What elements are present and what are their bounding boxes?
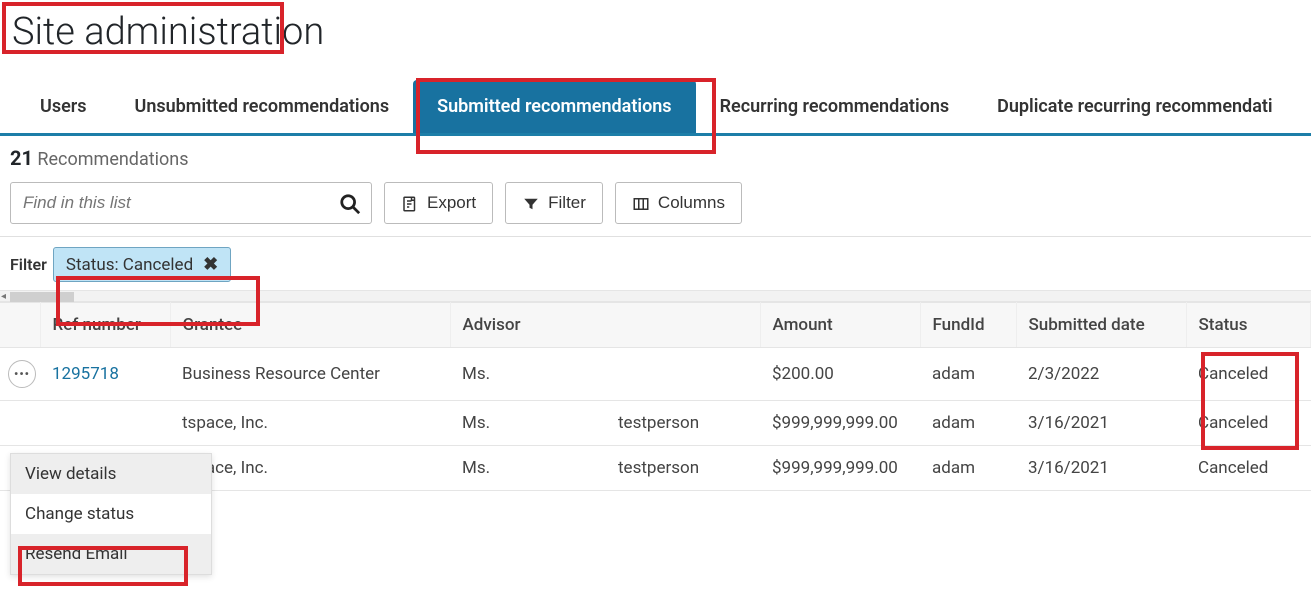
menu-item-change-status[interactable]: Change status <box>11 494 211 534</box>
row-actions-button[interactable]: ••• <box>8 360 36 388</box>
columns-icon <box>632 193 650 213</box>
export-icon <box>401 193 419 213</box>
search-icon[interactable] <box>339 191 361 216</box>
table-row: ••• 1295718 Business Resource Center Ms.… <box>0 348 1311 401</box>
page-title: Site administration <box>4 4 332 60</box>
tab-recurring-recommendations[interactable]: Recurring recommendations <box>696 80 974 133</box>
tab-submitted-recommendations[interactable]: Submitted recommendations <box>413 80 695 133</box>
columns-button[interactable]: Columns <box>615 182 742 224</box>
cell-advisor: Ms. testperson <box>450 401 760 446</box>
cell-grantee: tspace, Inc. <box>170 401 450 446</box>
ellipsis-icon: ••• <box>14 367 30 381</box>
filter-chip-label: Status: Canceled <box>66 255 193 275</box>
row-context-menu: View details Change status Resend Email <box>10 453 212 575</box>
column-header-submitted-date[interactable]: Submitted date <box>1016 303 1186 348</box>
cell-submitted-date: 3/16/2021 <box>1016 401 1186 446</box>
close-icon[interactable]: ✖ <box>203 254 218 275</box>
filter-chip-status-canceled[interactable]: Status: Canceled ✖ <box>53 247 231 282</box>
tab-duplicate-recurring-recommendations[interactable]: Duplicate recurring recommendati <box>973 80 1296 133</box>
cell-advisor: Ms. <box>450 348 760 401</box>
column-header-status[interactable]: Status <box>1186 303 1311 348</box>
export-label: Export <box>427 193 476 213</box>
column-header-grantee[interactable]: Grantee <box>170 303 450 348</box>
search-input[interactable] <box>21 192 339 214</box>
columns-label: Columns <box>658 193 725 213</box>
cell-fund-id: adam <box>920 348 1016 401</box>
export-button[interactable]: Export <box>384 182 493 224</box>
scroll-thumb[interactable] <box>10 292 74 302</box>
applied-filters: Filter Status: Canceled ✖ <box>0 237 1311 290</box>
cell-fund-id: adam <box>920 446 1016 491</box>
horizontal-scrollbar[interactable]: ◂ <box>0 290 1311 302</box>
cell-grantee: Business Resource Center <box>170 348 450 401</box>
cell-submitted-date: 2/3/2022 <box>1016 348 1186 401</box>
filter-icon <box>522 193 540 213</box>
tab-users[interactable]: Users <box>16 80 111 133</box>
menu-item-view-details[interactable]: View details <box>11 454 211 494</box>
search-box[interactable] <box>10 182 372 224</box>
filters-label: Filter <box>10 255 47 274</box>
cell-status: Canceled <box>1186 446 1311 491</box>
column-header-actions <box>0 303 40 348</box>
cell-fund-id: adam <box>920 401 1016 446</box>
list-count-number: 21 <box>10 146 33 170</box>
filter-label: Filter <box>548 193 586 213</box>
column-header-ref-number[interactable]: Ref number <box>40 303 170 348</box>
column-header-amount[interactable]: Amount <box>760 303 920 348</box>
table-row: tspace, Inc. Ms. testperson $999,999,999… <box>0 401 1311 446</box>
scroll-left-arrow[interactable]: ◂ <box>1 291 9 303</box>
cell-advisor: Ms. testperson <box>450 446 760 491</box>
column-header-fund-id[interactable]: FundId <box>920 303 1016 348</box>
list-count-label: Recommendations <box>37 149 188 170</box>
filter-button[interactable]: Filter <box>505 182 603 224</box>
cell-submitted-date: 3/16/2021 <box>1016 446 1186 491</box>
cell-grantee: tspace, Inc. <box>170 446 450 491</box>
tabs-bar: Users Unsubmitted recommendations Submit… <box>0 80 1311 136</box>
toolbar: Export Filter Columns <box>0 178 1311 237</box>
tab-unsubmitted-recommendations[interactable]: Unsubmitted recommendations <box>111 80 414 133</box>
cell-status: Canceled <box>1186 401 1311 446</box>
ref-number-link[interactable]: 1295718 <box>52 364 119 384</box>
cell-amount: $999,999,999.00 <box>760 446 920 491</box>
list-count: 21 Recommendations <box>0 136 1311 178</box>
cell-status: Canceled <box>1186 348 1311 401</box>
cell-amount: $200.00 <box>760 348 920 401</box>
cell-amount: $999,999,999.00 <box>760 401 920 446</box>
column-header-advisor[interactable]: Advisor <box>450 303 760 348</box>
menu-item-resend-email[interactable]: Resend Email <box>11 534 211 574</box>
